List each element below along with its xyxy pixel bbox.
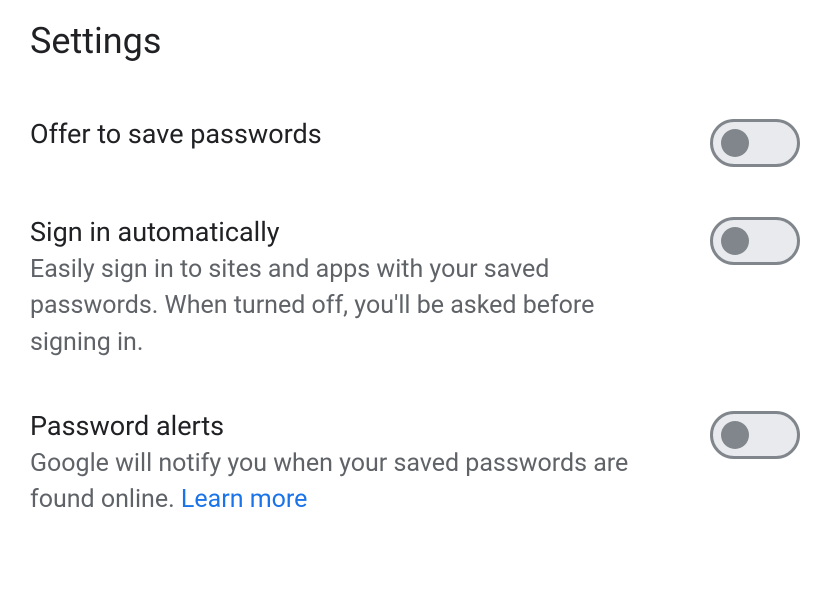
setting-title: Sign in automatically [30,215,680,250]
toggle-knob-icon [721,421,749,449]
setting-text: Offer to save passwords [30,117,710,152]
setting-row-sign-in-auto: Sign in automatically Easily sign in to … [30,215,800,361]
setting-row-offer-save: Offer to save passwords [30,117,800,167]
setting-text: Password alerts Google will notify you w… [30,409,710,519]
setting-description: Google will notify you when your saved p… [30,446,680,519]
toggle-password-alerts[interactable] [710,411,800,459]
learn-more-link[interactable]: Learn more [181,485,307,514]
toggle-knob-icon [721,227,749,255]
setting-text: Sign in automatically Easily sign in to … [30,215,710,361]
setting-title: Password alerts [30,409,680,444]
setting-description: Easily sign in to sites and apps with yo… [30,252,680,361]
setting-description-text: Google will notify you when your saved p… [30,449,628,514]
setting-title: Offer to save passwords [30,117,680,152]
setting-row-password-alerts: Password alerts Google will notify you w… [30,409,800,519]
page-title: Settings [30,20,800,62]
toggle-knob-icon [721,129,749,157]
toggle-sign-in-auto[interactable] [710,217,800,265]
toggle-offer-save[interactable] [710,119,800,167]
